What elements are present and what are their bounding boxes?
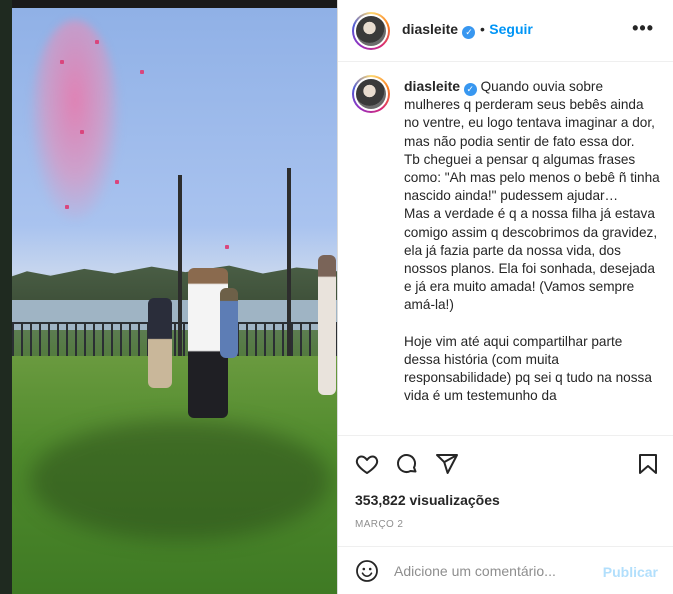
- avatar-image: [356, 16, 386, 46]
- post-date[interactable]: MARÇO 2: [355, 519, 403, 530]
- verified-badge-icon: ✓: [463, 83, 477, 96]
- bookmark-icon[interactable]: [636, 452, 660, 481]
- views-count[interactable]: 353,822 visualizações: [355, 492, 500, 508]
- views-number: 353,822: [355, 492, 406, 508]
- header-user-line: diasleite ✓ • Seguir: [402, 21, 533, 39]
- post-sidebar: diasleite ✓ • Seguir ••• diasleite ✓ Qua…: [337, 0, 673, 594]
- fence: [12, 322, 337, 356]
- views-label: visualizações: [409, 492, 500, 508]
- pink-smoke: [30, 20, 120, 220]
- comment-bar: Publicar: [338, 546, 673, 594]
- more-options-icon[interactable]: •••: [632, 18, 654, 39]
- caption-avatar-image: [356, 79, 386, 109]
- person-child: [148, 298, 172, 388]
- emoji-icon[interactable]: [355, 559, 379, 588]
- caption-area[interactable]: diasleite ✓ Quando ouvia sobre mulheres …: [338, 63, 673, 435]
- caption-username[interactable]: diasleite: [404, 78, 460, 94]
- follow-button[interactable]: Seguir: [489, 21, 533, 37]
- publish-button[interactable]: Publicar: [603, 564, 658, 580]
- header-username[interactable]: diasleite: [402, 21, 458, 37]
- post-header: diasleite ✓ • Seguir •••: [338, 0, 673, 62]
- action-bar: 353,822 visualizações MARÇO 2: [338, 435, 673, 545]
- confetti: [95, 40, 99, 44]
- caption-avatar[interactable]: [352, 75, 390, 113]
- confetti: [80, 130, 84, 134]
- person-woman: [318, 255, 336, 395]
- share-icon[interactable]: [435, 452, 459, 481]
- post-caption: diasleite ✓ Quando ouvia sobre mulheres …: [404, 77, 660, 406]
- confetti: [225, 245, 229, 249]
- caption-text: Quando ouvia sobre mulheres q perderam s…: [404, 79, 660, 404]
- header-separator: •: [479, 21, 485, 37]
- confetti: [140, 70, 144, 74]
- comment-input[interactable]: [394, 559, 594, 583]
- heart-icon[interactable]: [355, 452, 379, 481]
- avatar[interactable]: [352, 12, 390, 50]
- person-background: [220, 288, 238, 358]
- verified-badge-icon: ✓: [462, 26, 476, 39]
- media-left-edge: [0, 0, 12, 594]
- tree-shadow: [30, 420, 330, 540]
- comment-icon[interactable]: [395, 452, 419, 481]
- confetti: [65, 205, 69, 209]
- confetti: [60, 60, 64, 64]
- media-top-edge: [0, 0, 337, 8]
- confetti: [115, 180, 119, 184]
- post-media[interactable]: [0, 0, 337, 594]
